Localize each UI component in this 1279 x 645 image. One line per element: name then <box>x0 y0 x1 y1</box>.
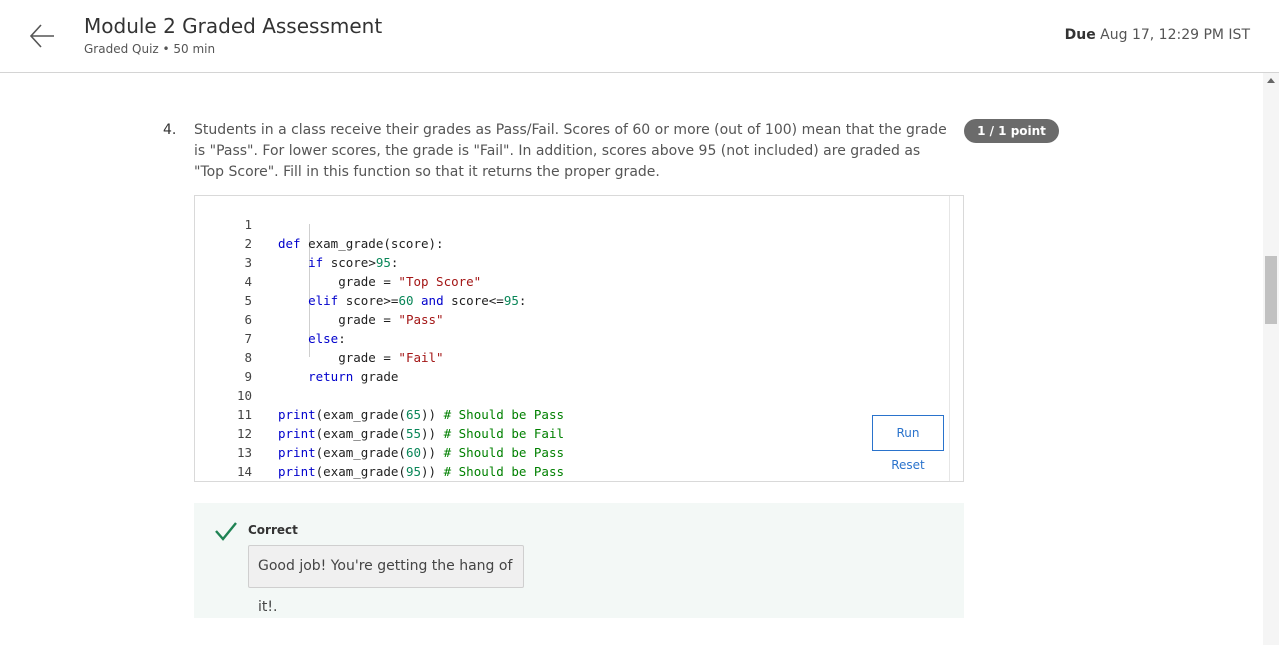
editor-scrollbar[interactable] <box>949 196 963 481</box>
code-line[interactable]: 12 print(exam_grade(60)) # Should be Pas… <box>195 405 875 460</box>
question-text: Students in a class receive their grades… <box>194 122 947 180</box>
code-text: print(exam_grade(100)) # Should be Top S… <box>278 481 609 482</box>
checkmark-icon <box>214 520 238 542</box>
code-line[interactable]: 1 def exam_grade(score): <box>195 196 875 251</box>
page-scrollbar[interactable] <box>1263 73 1279 645</box>
due-date: Due Aug 17, 12:29 PM IST <box>1065 27 1250 43</box>
code-editor[interactable]: 1 def exam_grade(score): 2 if score>95: … <box>194 195 964 482</box>
code-line[interactable]: 8 return grade <box>195 329 875 384</box>
line-number: 15 <box>195 481 252 482</box>
code-line[interactable]: 5 grade = "Pass" <box>195 272 875 327</box>
code-line[interactable]: 2 if score>95: <box>195 215 875 270</box>
code-line[interactable]: 4 elif score>=60 and score<=95: <box>195 253 875 308</box>
code-line[interactable]: 15 print(exam_grade(0)) # Should be Fail <box>195 462 875 481</box>
quiz-meta: Graded Quiz • 50 min <box>84 42 216 56</box>
code-line[interactable]: 9 <box>195 348 875 384</box>
scroll-up-arrow-icon[interactable] <box>1267 78 1275 83</box>
back-arrow-icon[interactable] <box>28 21 58 51</box>
due-label: Due <box>1064 27 1096 43</box>
code-line[interactable]: 10 print(exam_grade(65)) # Should be Pas… <box>195 367 875 422</box>
feedback-message: Good job! You're getting the hang of it!… <box>248 545 524 615</box>
code-line[interactable]: 13 print(exam_grade(95)) # Should be Pas… <box>195 424 875 479</box>
question-number: 4. <box>163 122 177 138</box>
page-title: Module 2 Graded Assessment <box>84 14 383 38</box>
page-header: Module 2 Graded Assessment Graded Quiz •… <box>0 0 1279 73</box>
code-line[interactable]: 3 grade = "Top Score" <box>195 234 875 289</box>
due-value: Aug 17, 12:29 PM IST <box>1100 27 1250 43</box>
run-button[interactable]: Run <box>872 415 944 451</box>
code-line[interactable]: 7 grade = "Fail" <box>195 310 875 365</box>
code-line[interactable]: 14 print(exam_grade(100)) # Should be To… <box>195 443 875 479</box>
scrollbar-thumb[interactable] <box>1265 256 1277 324</box>
reset-button[interactable]: Reset <box>872 458 944 474</box>
code-line[interactable]: 11 print(exam_grade(55)) # Should be Fai… <box>195 386 875 441</box>
code-line[interactable]: 6 else: <box>195 291 875 346</box>
feedback-status: Correct <box>248 523 298 537</box>
points-badge: 1 / 1 point <box>964 119 1059 143</box>
